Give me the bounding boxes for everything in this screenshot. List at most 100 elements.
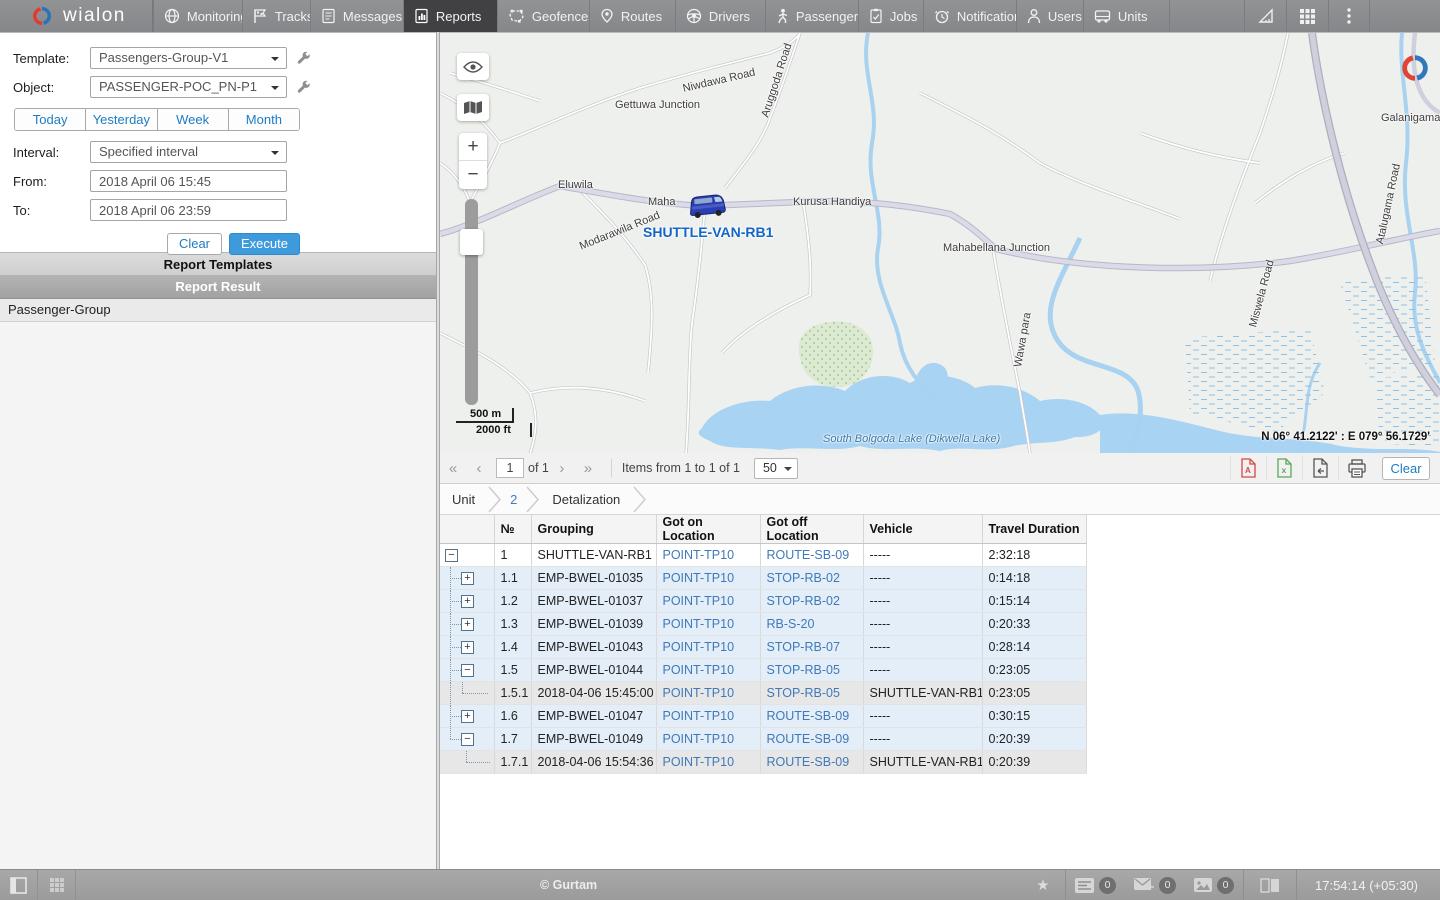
got-off-cell[interactable]: ROUTE-SB-09 [760, 705, 863, 728]
got-off-cell[interactable]: ROUTE-SB-09 [760, 728, 863, 751]
got-on-cell[interactable]: POINT-TP10 [656, 751, 760, 774]
tab-detalization[interactable]: Detalization [540, 492, 632, 507]
visibility-control-button[interactable] [457, 53, 489, 80]
got-off-cell[interactable]: ROUTE-SB-09 [760, 751, 863, 774]
clear-report-button[interactable]: Clear [1382, 457, 1430, 480]
nav-tab-users[interactable]: Users [1017, 0, 1084, 32]
page-number-input[interactable] [496, 458, 524, 478]
table-row[interactable]: +1.4EMP-BWEL-01043POINT-TP10STOP-RB-07--… [440, 636, 1086, 659]
nav-tab-units[interactable]: Units [1084, 0, 1170, 32]
got-on-cell[interactable]: POINT-TP10 [656, 728, 760, 751]
zoom-slider-handle[interactable] [460, 229, 483, 255]
more-menu-button[interactable] [1328, 0, 1370, 32]
nav-tab-tracks[interactable]: Tracks [243, 0, 311, 32]
got-on-cell[interactable]: POINT-TP10 [656, 659, 760, 682]
expand-row-button[interactable]: + [461, 595, 474, 608]
edit-object-button[interactable] [296, 80, 311, 95]
got-on-cell[interactable]: POINT-TP10 [656, 682, 760, 705]
template-select[interactable]: Passengers-Group-V1 [90, 47, 287, 69]
apps-menu-button[interactable] [1286, 0, 1328, 32]
first-page-button[interactable]: « [440, 460, 466, 477]
table-row[interactable]: 1.5.12018-04-06 15:45:00POINT-TP10STOP-R… [440, 682, 1086, 705]
range-today-button[interactable]: Today [15, 109, 86, 130]
map-view[interactable]: Gettuwa JunctionNiwdawa RoadAruggoda Roa… [440, 32, 1440, 453]
export-excel-button[interactable]: x [1266, 456, 1302, 480]
messages-counter[interactable]: 0 [1125, 877, 1185, 894]
table-row[interactable]: +1.1EMP-BWEL-01035POINT-TP10STOP-RB-02--… [440, 567, 1086, 590]
nav-tab-drivers[interactable]: Drivers [676, 0, 766, 32]
expand-row-button[interactable]: + [461, 710, 474, 723]
toggle-sidebar-button[interactable] [0, 870, 38, 900]
got-off-cell[interactable]: STOP-RB-05 [760, 682, 863, 705]
got-on-cell[interactable]: POINT-TP10 [656, 705, 760, 728]
collapse-row-button[interactable]: − [461, 664, 474, 677]
got-off-cell[interactable]: RB-S-20 [760, 613, 863, 636]
to-date-input[interactable] [90, 199, 287, 221]
got-on-cell[interactable]: POINT-TP10 [656, 613, 760, 636]
clear-form-button[interactable]: Clear [167, 233, 222, 255]
range-week-button[interactable]: Week [158, 109, 229, 130]
table-row[interactable]: −1.7EMP-BWEL-01049POINT-TP10ROUTE-SB-09-… [440, 728, 1086, 751]
zoom-in-button[interactable]: + [459, 133, 487, 161]
prev-page-button[interactable]: ‹ [466, 460, 492, 477]
nav-tab-jobs[interactable]: Jobs [859, 0, 924, 32]
nav-tab-notifications[interactable]: Notifications [924, 0, 1017, 32]
export-file-button[interactable] [1302, 456, 1338, 480]
interval-select[interactable]: Specified interval [90, 141, 287, 163]
favorites-button[interactable]: ★ [1021, 876, 1065, 894]
execute-button[interactable]: Execute [229, 233, 300, 255]
last-page-button[interactable]: » [575, 460, 601, 477]
got-on-cell[interactable]: POINT-TP10 [656, 567, 760, 590]
report-result-item[interactable]: Passenger-Group [0, 299, 436, 322]
nav-tab-routes[interactable]: Routes [590, 0, 676, 32]
report-result-section[interactable]: Report Result [0, 276, 436, 299]
bottom-apps-button[interactable] [38, 870, 76, 900]
next-page-button[interactable]: › [549, 460, 575, 477]
export-pdf-button[interactable]: A [1230, 456, 1266, 480]
zoom-slider[interactable] [465, 199, 478, 405]
expand-row-button[interactable]: + [461, 641, 474, 654]
nav-tab-messages[interactable]: Messages [311, 0, 404, 32]
table-row[interactable]: +1.2EMP-BWEL-01037POINT-TP10STOP-RB-02--… [440, 590, 1086, 613]
got-off-cell[interactable]: STOP-RB-02 [760, 567, 863, 590]
table-row[interactable]: +1.6EMP-BWEL-01047POINT-TP10ROUTE-SB-09-… [440, 705, 1086, 728]
range-month-button[interactable]: Month [229, 109, 299, 130]
page-size-select[interactable]: 50 [754, 458, 798, 479]
table-row[interactable]: +1.3EMP-BWEL-01039POINT-TP10RB-S-20-----… [440, 613, 1086, 636]
table-row[interactable]: −1SHUTTLE-VAN-RB1POINT-TP10ROUTE-SB-09--… [440, 544, 1086, 567]
expand-row-button[interactable]: + [461, 618, 474, 631]
nav-tab-reports[interactable]: Reports [404, 0, 498, 32]
nav-tab-monitoring[interactable]: Monitoring [153, 0, 243, 32]
got-on-cell[interactable]: POINT-TP10 [656, 636, 760, 659]
collapse-row-button[interactable]: − [461, 733, 474, 746]
nav-tab-geofences[interactable]: Geofences [498, 0, 590, 32]
got-off-cell[interactable]: ROUTE-SB-09 [760, 544, 863, 567]
measure-tool-button[interactable] [1244, 0, 1286, 32]
edit-template-button[interactable] [296, 51, 311, 66]
shuttle-van-marker[interactable] [684, 189, 729, 226]
object-select[interactable]: PASSENGER-POC_PN-P1 [90, 76, 287, 98]
print-button[interactable] [1338, 456, 1374, 480]
nav-tab-passengers[interactable]: Passengers [766, 0, 859, 32]
got-off-cell[interactable]: STOP-RB-02 [760, 590, 863, 613]
got-on-cell[interactable]: POINT-TP10 [656, 544, 760, 567]
got-off-cell[interactable]: STOP-RB-07 [760, 636, 863, 659]
from-date-input[interactable] [90, 170, 287, 192]
wialon-logo[interactable]: wialon [0, 0, 153, 32]
table-row[interactable]: −1.5EMP-BWEL-01044POINT-TP10STOP-RB-05--… [440, 659, 1086, 682]
media-counter[interactable]: 0 [1185, 877, 1243, 894]
got-off-cell[interactable]: STOP-RB-05 [760, 659, 863, 682]
report-templates-section[interactable]: Report Templates [0, 252, 436, 276]
zoom-out-button[interactable]: − [459, 161, 487, 189]
collapse-row-button[interactable]: − [445, 549, 458, 562]
expand-row-button[interactable]: + [461, 572, 474, 585]
unit-map-label[interactable]: SHUTTLE-VAN-RB1 [643, 224, 773, 240]
events-counter[interactable]: 0 [1066, 877, 1125, 894]
tab-unit[interactable]: Unit [440, 492, 487, 507]
range-yesterday-button[interactable]: Yesterday [86, 109, 157, 130]
tab-count[interactable]: 2 [502, 492, 525, 507]
table-row[interactable]: 1.7.12018-04-06 15:54:36POINT-TP10ROUTE-… [440, 751, 1086, 774]
map-source-button[interactable] [457, 94, 489, 121]
help-guide-button[interactable] [1244, 878, 1296, 893]
got-on-cell[interactable]: POINT-TP10 [656, 590, 760, 613]
